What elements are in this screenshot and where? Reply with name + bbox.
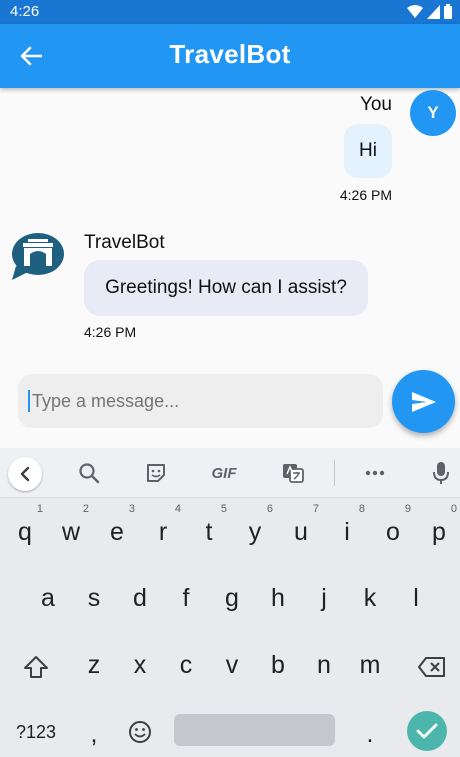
key-q[interactable]: 1q — [5, 503, 45, 554]
key-hint-w: 2 — [82, 503, 89, 515]
send-button[interactable] — [392, 370, 455, 433]
key-g[interactable]: g — [212, 576, 252, 620]
bot-message-time: 4:26 PM — [84, 324, 137, 340]
key-label-q: q — [18, 518, 32, 546]
emoji-icon — [129, 721, 151, 743]
key-label-i: i — [344, 518, 350, 546]
key-hint-p: 0 — [450, 503, 457, 515]
bot-sender-name: TravelBot — [84, 232, 165, 253]
symbols-key[interactable]: ?123 — [6, 710, 66, 754]
user-message-bubble: Hi — [344, 124, 392, 178]
key-l[interactable]: l — [396, 576, 436, 620]
key-hint-o: 9 — [404, 503, 411, 515]
app-bar: TravelBot — [0, 24, 460, 88]
keyboard-voice-button[interactable] — [428, 458, 454, 488]
mic-icon — [433, 462, 449, 484]
bot-avatar-icon — [12, 233, 64, 280]
key-e[interactable]: 3e — [97, 503, 137, 554]
backspace-key[interactable] — [412, 645, 452, 689]
keyboard-sticker-button[interactable] — [141, 458, 171, 488]
key-t[interactable]: 5t — [189, 503, 229, 554]
key-m[interactable]: m — [350, 643, 390, 687]
key-f[interactable]: f — [166, 576, 206, 620]
shift-key[interactable] — [16, 645, 56, 689]
key-j[interactable]: j — [304, 576, 344, 620]
comma-key[interactable]: , — [74, 712, 114, 756]
translate-icon — [283, 464, 304, 483]
status-icons — [407, 4, 452, 19]
key-y[interactable]: 6y — [235, 503, 275, 554]
key-label-r: r — [158, 518, 168, 546]
key-label-w: w — [61, 518, 81, 546]
key-o[interactable]: 9o — [373, 503, 413, 554]
chevron-left-icon — [20, 466, 30, 482]
key-c[interactable]: c — [166, 643, 206, 687]
space-key[interactable] — [174, 714, 335, 746]
key-s[interactable]: s — [74, 576, 114, 620]
key-a[interactable]: a — [28, 576, 68, 620]
key-i[interactable]: 8i — [327, 503, 367, 554]
keyboard-collapse-button[interactable] — [8, 457, 42, 491]
key-hint-t: 5 — [220, 503, 227, 515]
keyboard-gif-button[interactable]: GIF — [204, 458, 244, 488]
key-z[interactable]: z — [74, 643, 114, 687]
keyboard-search-button[interactable] — [74, 458, 104, 488]
signal-icon — [427, 4, 440, 19]
key-d[interactable]: d — [120, 576, 160, 620]
search-icon — [79, 463, 100, 484]
chat-area — [0, 88, 460, 360]
key-k[interactable]: k — [350, 576, 390, 620]
key-label-y: y — [248, 518, 262, 546]
key-n[interactable]: n — [304, 643, 344, 687]
key-label-o: o — [386, 518, 400, 546]
key-u[interactable]: 7u — [281, 503, 321, 554]
user-avatar: Y — [410, 90, 456, 136]
key-hint-r: 4 — [174, 503, 181, 515]
key-h[interactable]: h — [258, 576, 298, 620]
key-label-u: u — [294, 518, 308, 546]
shift-icon — [24, 656, 48, 678]
message-input[interactable]: Type a message... — [18, 374, 383, 428]
key-hint-e: 3 — [128, 503, 135, 515]
key-v[interactable]: v — [212, 643, 252, 687]
bot-message-bubble: Greetings! How can I assist? — [84, 260, 368, 316]
check-icon — [416, 723, 438, 739]
text-caret — [28, 390, 30, 412]
battery-icon — [444, 4, 452, 19]
keyboard-translate-button[interactable] — [278, 458, 308, 488]
app-title: TravelBot — [169, 39, 291, 69]
enter-key[interactable] — [407, 711, 447, 751]
key-r[interactable]: 4r — [143, 503, 183, 554]
toolbar-divider — [334, 460, 335, 486]
key-label-e: e — [110, 518, 124, 546]
message-input-placeholder: Type a message... — [32, 390, 180, 411]
send-icon — [411, 391, 436, 412]
soft-keyboard: GIF 1q2w3e4r5t6y7u8i9o0p asdfghjkl zxcvb… — [0, 448, 460, 757]
emoji-key[interactable] — [120, 710, 160, 754]
period-key[interactable]: . — [350, 712, 390, 756]
wifi-icon — [407, 4, 423, 18]
key-hint-u: 7 — [312, 503, 319, 515]
user-message-time: 4:26 PM — [339, 187, 392, 203]
key-hint-i: 8 — [358, 503, 365, 515]
status-time: 4:26 — [10, 3, 40, 20]
key-hint-y: 6 — [266, 503, 273, 515]
keyboard-toolbar: GIF — [0, 448, 460, 498]
key-b[interactable]: b — [258, 643, 298, 687]
key-x[interactable]: x — [120, 643, 160, 687]
key-p[interactable]: 0p — [419, 503, 459, 554]
key-label-p: p — [432, 518, 446, 546]
status-bar: 4:26 — [0, 0, 460, 24]
key-label-t: t — [205, 518, 213, 546]
key-w[interactable]: 2w — [51, 503, 91, 554]
keyboard-more-button[interactable] — [360, 458, 390, 488]
user-sender-name: You — [359, 94, 392, 115]
backspace-icon — [418, 657, 445, 677]
key-hint-q: 1 — [36, 503, 43, 515]
sticker-icon — [147, 464, 165, 482]
more-horiz-icon — [365, 470, 385, 476]
